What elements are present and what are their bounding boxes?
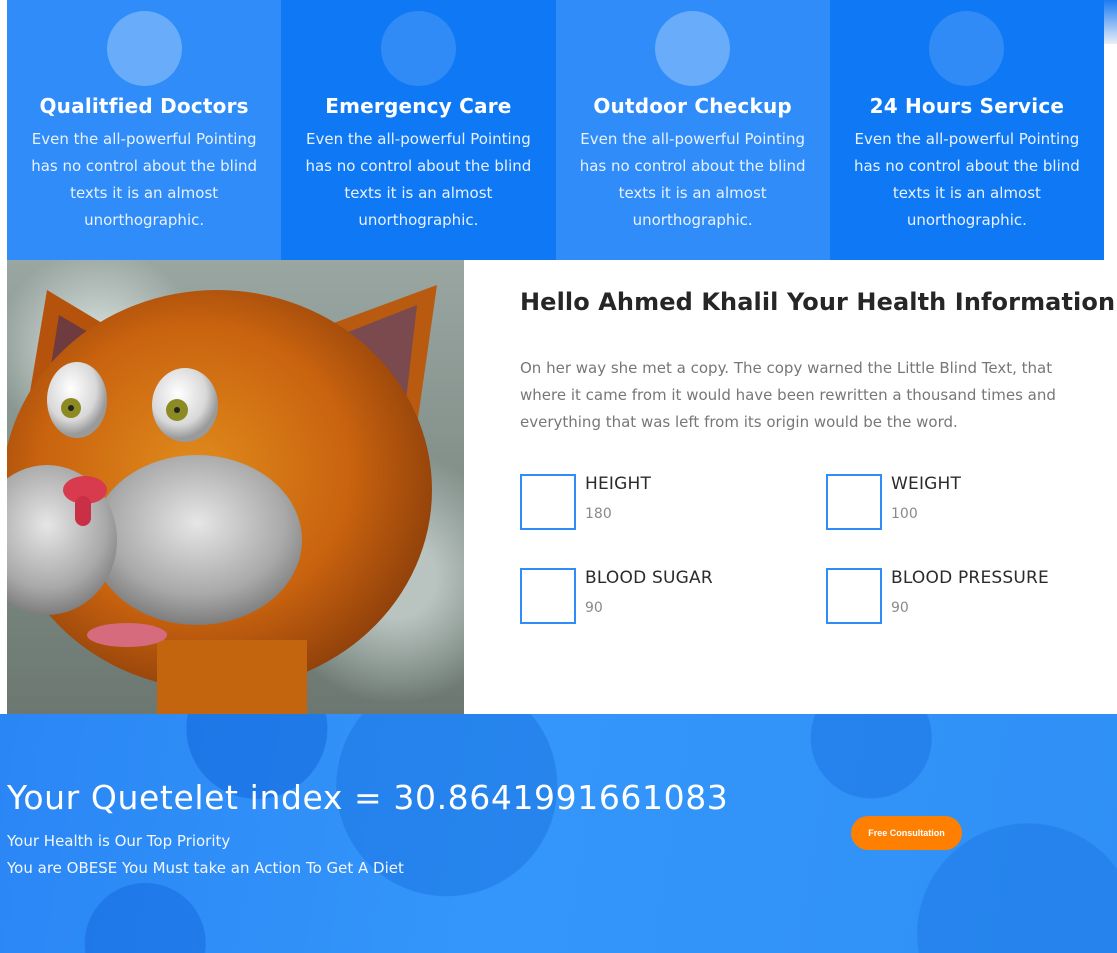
service-card-emergency-care: Emergency Care Even the all-powerful Poi… [281, 0, 556, 260]
service-icon-circle [929, 11, 1005, 86]
metric-label: BLOOD SUGAR [585, 568, 713, 588]
health-lead-text: On her way she met a copy. The copy warn… [520, 359, 1056, 431]
quetelet-index-text: Your Quetelet index = 30.8641991661083 [7, 778, 729, 817]
service-icon-circle [380, 11, 456, 86]
metric-label: WEIGHT [891, 474, 962, 494]
metric-height: HEIGHT 180 [520, 474, 790, 534]
metric-blood-sugar: BLOOD SUGAR 90 [520, 568, 790, 628]
service-text: Even the all-powerful Pointing has no co… [853, 130, 1080, 229]
service-icon-circle [106, 11, 182, 86]
services-strip: Qualitfied Doctors Even the all-powerful… [7, 0, 1104, 260]
metric-value: 90 [585, 600, 603, 616]
service-title: Emergency Care [325, 94, 512, 118]
metric-value: 180 [585, 506, 612, 522]
top-right-accent [1104, 0, 1117, 44]
metric-icon-box [826, 474, 882, 530]
cat-illustration [7, 285, 437, 714]
metric-label: BLOOD PRESSURE [891, 568, 1049, 588]
service-card-qualified-doctors: Qualitfied Doctors Even the all-powerful… [7, 0, 282, 260]
metric-icon-box [826, 568, 882, 624]
metric-label: HEIGHT [585, 474, 652, 494]
metric-blood-pressure: BLOOD PRESSURE 90 [826, 568, 1096, 628]
metric-icon-box [520, 568, 576, 624]
service-text: Even the all-powerful Pointing has no co… [31, 130, 258, 229]
service-card-24-hours-service: 24 Hours Service Even the all-powerful P… [829, 0, 1104, 260]
service-card-outdoor-checkup: Outdoor Checkup Even the all-powerful Po… [555, 0, 830, 260]
service-title: Outdoor Checkup [593, 94, 792, 118]
service-title: Qualitfied Doctors [39, 94, 249, 118]
service-title: 24 Hours Service [869, 94, 1065, 118]
quetelet-banner: Your Quetelet index = 30.8641991661083 Y… [0, 714, 1117, 953]
health-info-section: Hello Ahmed Khalil Your Health Informati… [520, 260, 1115, 714]
metric-icon-box [520, 474, 576, 530]
banner-tagline: Your Health is Our Top Priority [7, 832, 231, 850]
service-text: Even the all-powerful Pointing has no co… [579, 130, 806, 229]
service-icon-circle [655, 11, 731, 86]
banner-diet-advice: You are OBESE You Must take an Action To… [7, 859, 404, 877]
metric-value: 90 [891, 600, 909, 616]
health-heading: Hello Ahmed Khalil Your Health Informati… [520, 288, 1116, 316]
free-consultation-button[interactable]: Free Consultation [851, 816, 962, 850]
metric-weight: WEIGHT 100 [826, 474, 1096, 534]
service-text: Even the all-powerful Pointing has no co… [305, 130, 532, 229]
metric-value: 100 [891, 506, 918, 522]
cat-photo [7, 260, 464, 714]
